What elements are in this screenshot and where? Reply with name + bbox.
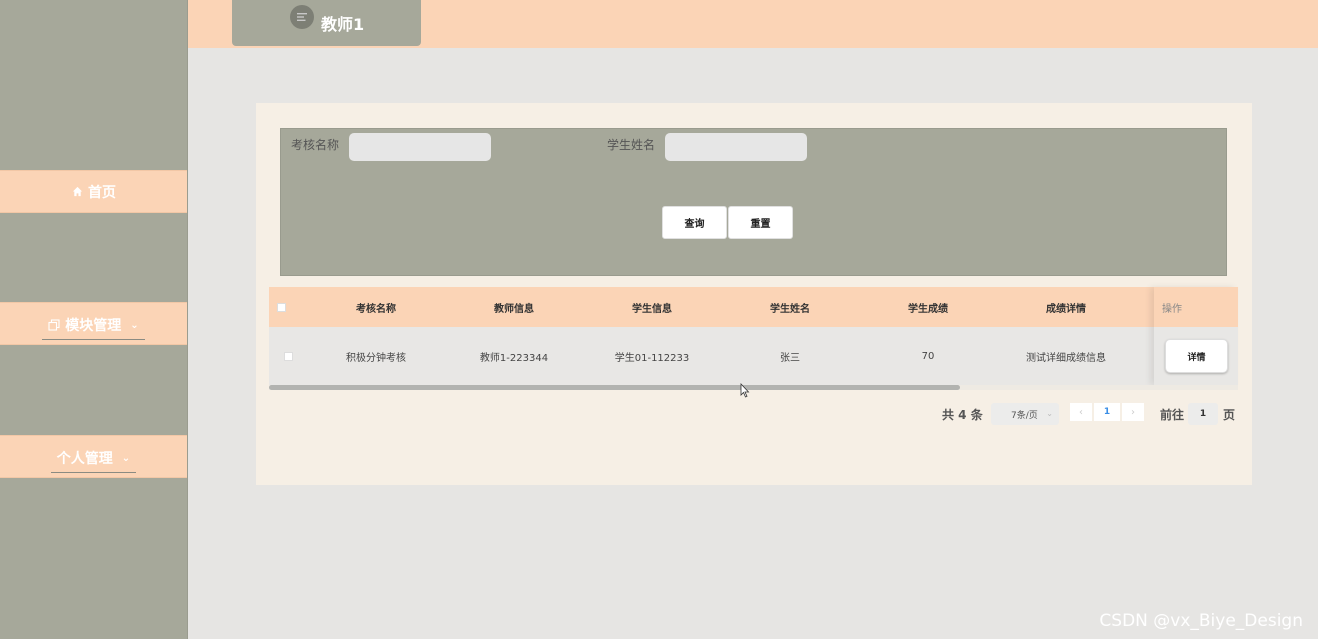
query-button[interactable]: 查询: [662, 206, 727, 239]
copy-icon: [48, 319, 60, 331]
sidebar-item-label: 首页: [88, 184, 116, 201]
chevron-left-icon: ‹: [1079, 406, 1083, 418]
sidebar-item-home[interactable]: 首页: [0, 170, 187, 213]
column-header: 成绩详情: [1046, 303, 1086, 315]
data-table: 考核名称 教师信息 学生信息 学生姓名 学生成绩 成绩详情 积极分钟考核 教师1…: [269, 287, 1238, 385]
column-header: 考核名称: [356, 303, 396, 315]
page-size-value: 7条/页: [1011, 410, 1038, 421]
chevron-right-icon: ›: [1131, 406, 1135, 418]
next-page-button[interactable]: ›: [1122, 403, 1144, 421]
checkbox[interactable]: [283, 351, 293, 361]
user-tab[interactable]: 教师1: [232, 0, 421, 46]
table-cell: 教师1-223344: [479, 352, 549, 364]
horizontal-scrollbar[interactable]: [269, 385, 1238, 390]
action-cell: 详情: [1154, 327, 1238, 385]
total-count: 共 4 条: [942, 407, 983, 422]
table-cell: 积极分钟考核: [346, 352, 406, 364]
search-form: 考核名称 学生姓名 查询 重置: [280, 128, 1227, 276]
sidebar-item-label: 模块管理: [65, 318, 122, 334]
column-header: 学生信息: [632, 303, 672, 315]
home-icon: [71, 186, 83, 198]
column-header: 学生姓名: [770, 303, 810, 315]
detail-button[interactable]: 详情: [1165, 339, 1228, 373]
goto-prefix: 前往: [1160, 407, 1185, 422]
goto-suffix: 页: [1223, 407, 1236, 422]
chevron-down-icon: ⌄: [121, 452, 131, 464]
sidebar-item-label: 个人管理: [56, 451, 113, 467]
mouse-cursor-icon: [740, 382, 750, 402]
table-cell: 测试详细成绩信息: [1026, 352, 1106, 364]
column-header: 学生成绩: [908, 303, 948, 315]
prev-page-button[interactable]: ‹: [1070, 403, 1092, 421]
sidebar: 首页 模块管理 ⌄ 个人管理 ⌄: [0, 0, 188, 639]
watermark: CSDN @vx_Biye_Design: [1099, 611, 1303, 631]
table-cell: 学生01-112233: [614, 352, 690, 364]
main-panel: 考核名称 学生姓名 查询 重置 考核名称 教师信息 学生信息 学生姓名 学生成绩…: [256, 103, 1252, 485]
top-header: 教师1: [188, 0, 1318, 48]
table-header: 考核名称 教师信息 学生信息 学生姓名 学生成绩 成绩详情: [269, 287, 1238, 327]
goto-page-input[interactable]: 1: [1188, 403, 1218, 425]
chevron-down-icon: ⌄: [130, 319, 139, 331]
assessment-name-input[interactable]: [349, 133, 491, 161]
checkbox[interactable]: [276, 302, 286, 312]
page-number[interactable]: 1: [1094, 403, 1120, 421]
student-name-input[interactable]: [665, 133, 807, 161]
sidebar-item-personal-management[interactable]: 个人管理 ⌄: [0, 435, 187, 478]
page-size-select[interactable]: 7条/页 ⌄: [991, 403, 1059, 425]
assessment-name-label: 考核名称: [291, 138, 340, 152]
document-icon: [290, 5, 314, 29]
column-header: 教师信息: [494, 303, 534, 315]
select-all-checkbox[interactable]: [276, 287, 286, 327]
action-column-header: 操作: [1154, 287, 1238, 327]
reset-button[interactable]: 重置: [728, 206, 793, 239]
sidebar-item-module-management[interactable]: 模块管理 ⌄: [0, 302, 187, 345]
chevron-down-icon: ⌄: [1046, 409, 1053, 418]
scrollbar-thumb[interactable]: [269, 385, 960, 390]
student-name-label: 学生姓名: [607, 138, 656, 152]
user-name: 教师1: [321, 15, 365, 34]
table-cell: 70: [921, 350, 935, 362]
table-row: 积极分钟考核 教师1-223344 学生01-112233 张三 70 测试详细…: [269, 327, 1238, 385]
action-column: 操作 详情: [1154, 287, 1238, 385]
table-cell: 张三: [780, 352, 800, 364]
row-checkbox[interactable]: [283, 327, 293, 385]
